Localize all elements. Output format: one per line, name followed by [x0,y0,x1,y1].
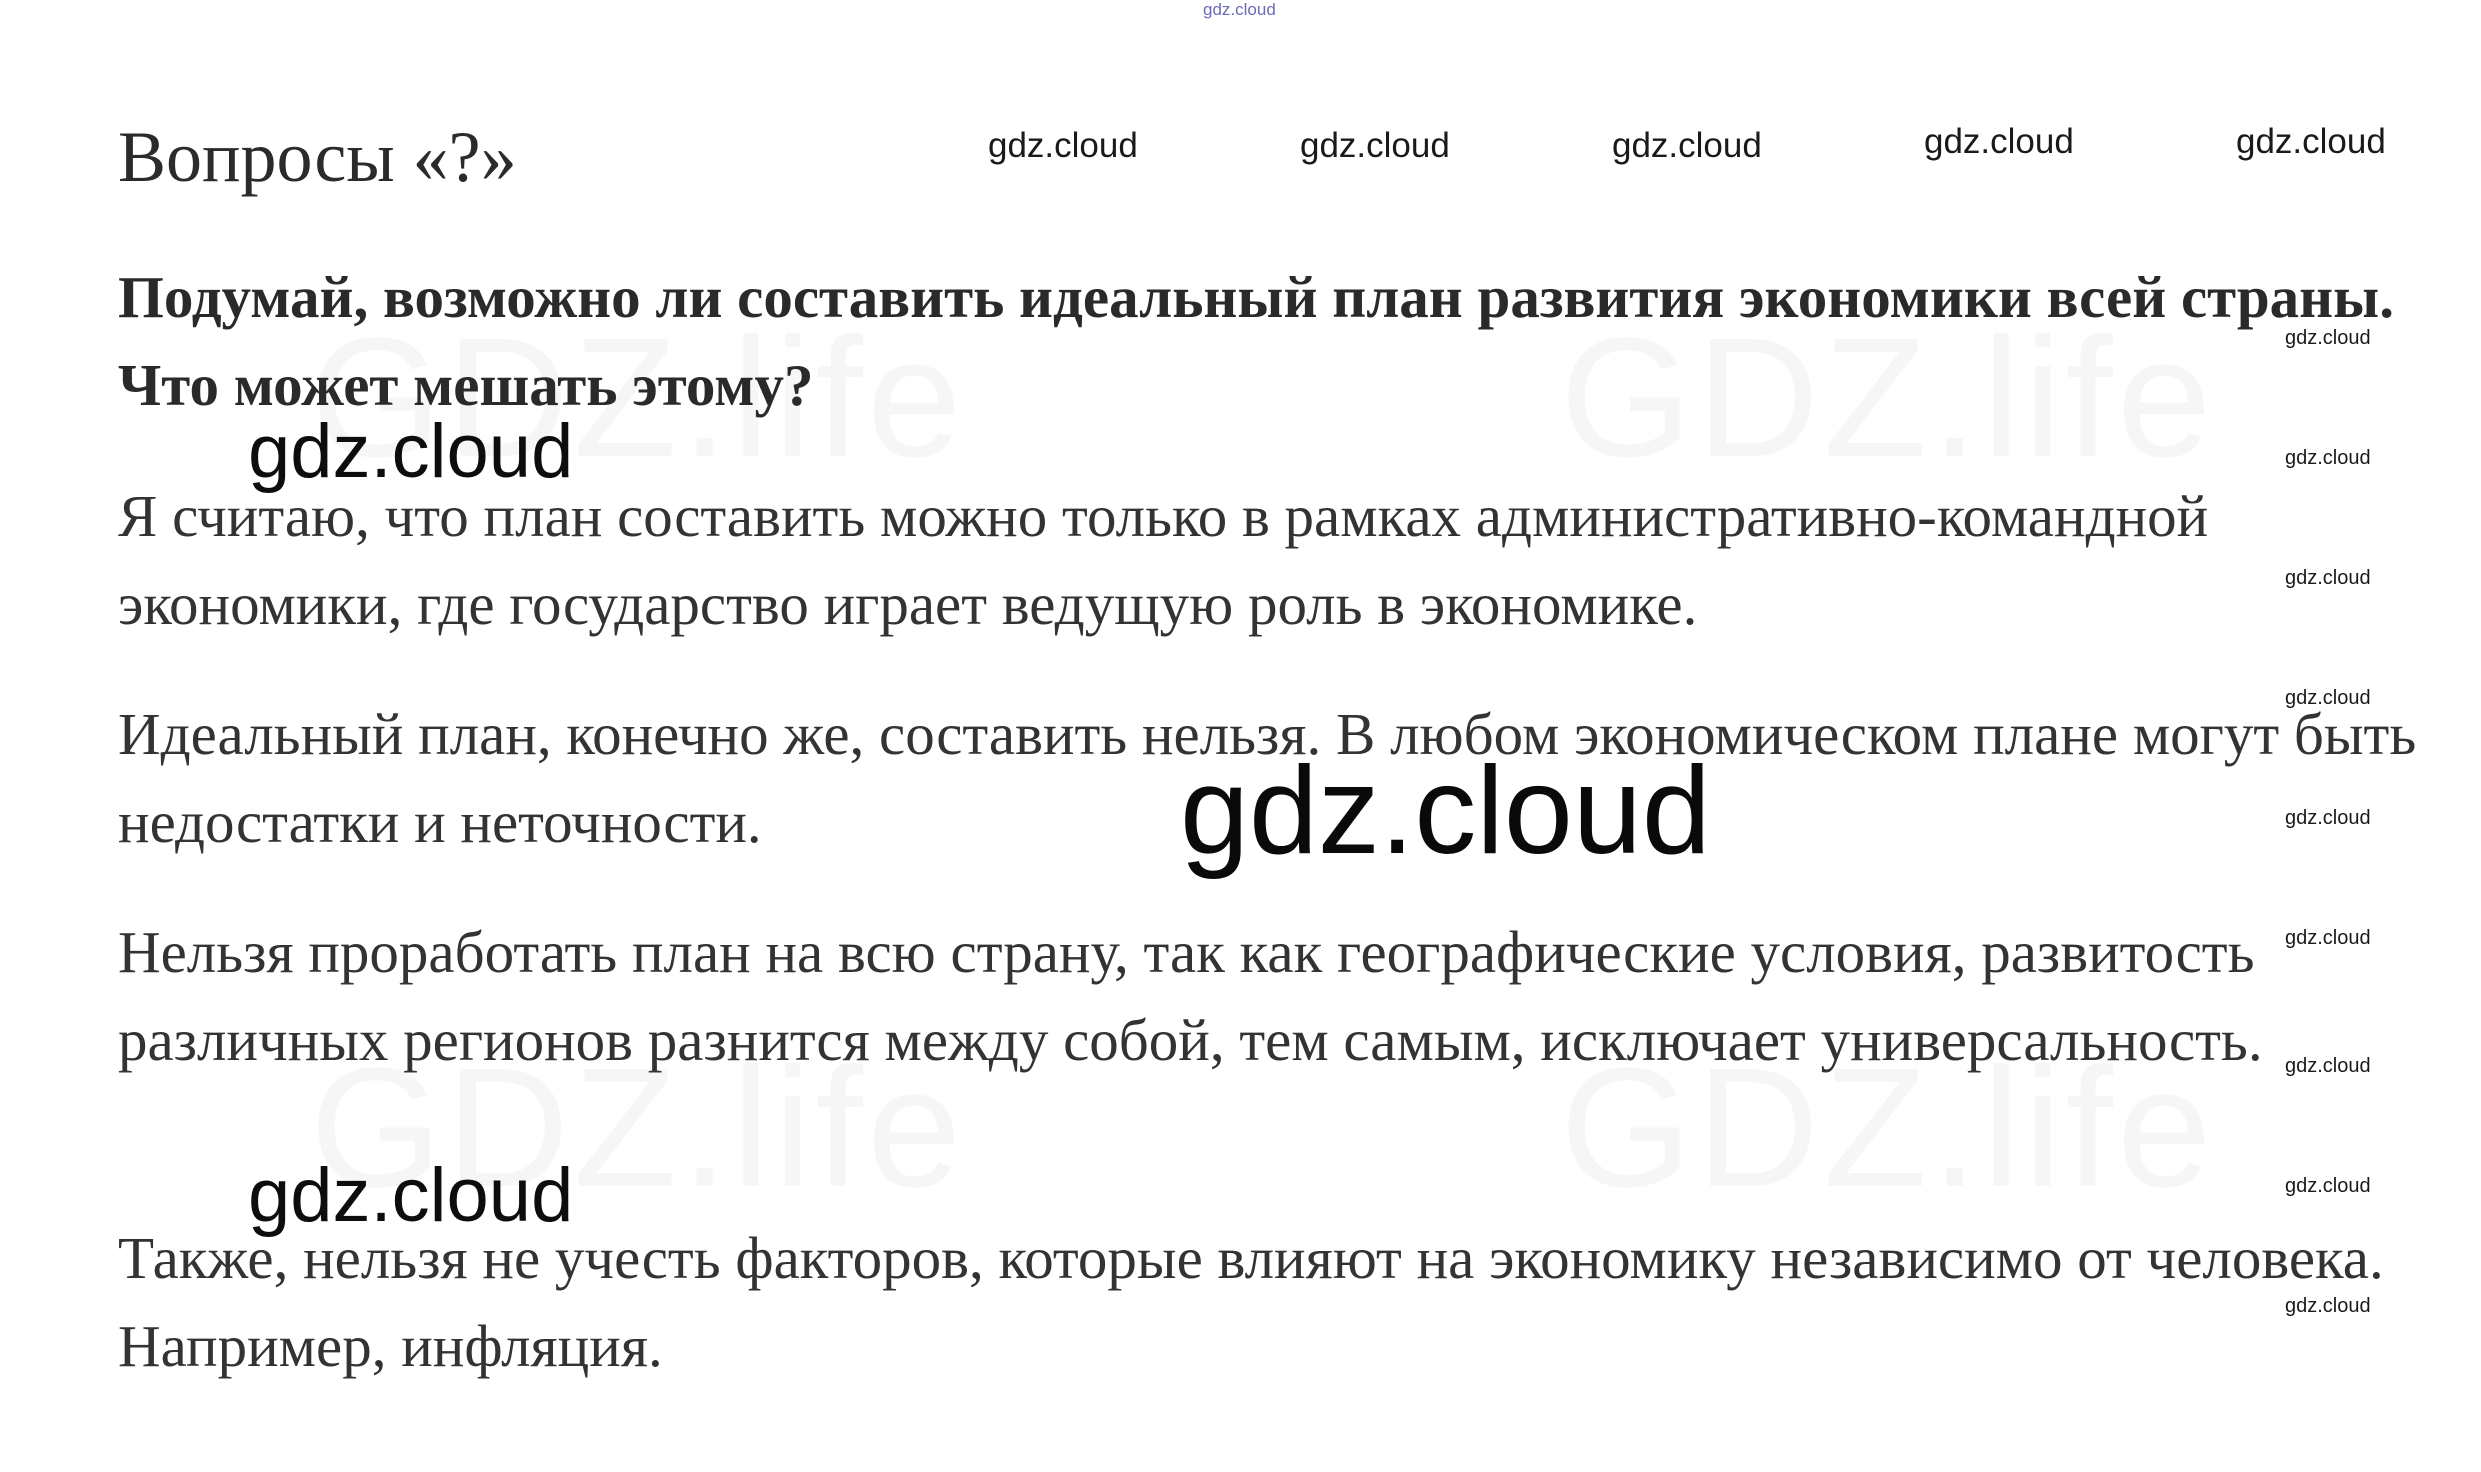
answer-paragraph-4: Также, нельзя не учесть факторов, которы… [118,1225,2384,1379]
watermark-header: gdz.cloud [1612,126,1762,165]
answer-paragraph-3: Нельзя проработать план на всю страну, т… [118,919,2263,1073]
watermark-side: gdz.cloud [2285,447,2371,469]
watermark-medium: gdz.cloud [248,1153,574,1238]
watermark-large: gdz.cloud [1180,742,1711,880]
watermark-header: gdz.cloud [1300,126,1450,165]
page-title: Вопросы «?» [118,117,517,197]
watermark-side: gdz.cloud [2285,1295,2371,1317]
watermark-side: gdz.cloud [2285,1055,2371,1077]
watermark-side: gdz.cloud [2285,327,2371,349]
question-text: Подумай, возможно ли составить идеальный… [118,264,2394,418]
watermark-top: gdz.cloud [1203,0,1276,19]
watermark-medium: gdz.cloud [248,409,574,494]
watermark-side: gdz.cloud [2285,567,2371,589]
watermark-header: gdz.cloud [988,126,1138,165]
watermark-side: gdz.cloud [2285,1175,2371,1197]
watermark-side: gdz.cloud [2285,687,2371,709]
answer-paragraph-1: Я считаю, что план составить можно тольк… [118,483,2209,637]
watermark-header: gdz.cloud [1924,122,2074,161]
watermark-side: gdz.cloud [2285,927,2371,949]
watermark-header: gdz.cloud [2236,122,2386,161]
watermark-side: gdz.cloud [2285,807,2371,829]
